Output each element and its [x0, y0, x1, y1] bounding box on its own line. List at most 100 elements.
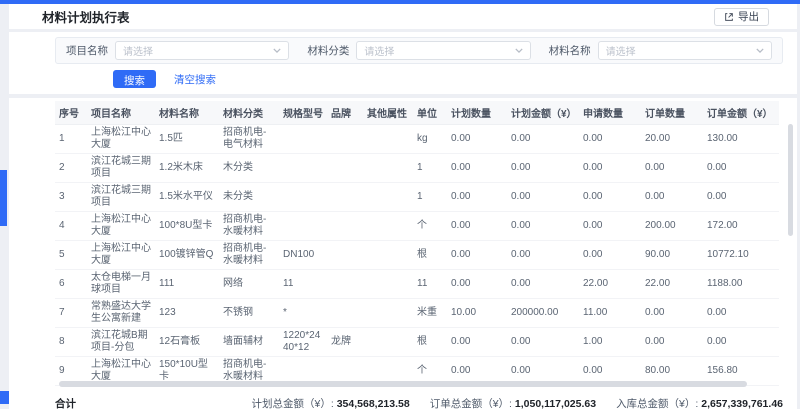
table-cell: 上海松江中心大厦 — [87, 125, 155, 154]
summary-total: 计划总金额（¥）: 354,568,213.58 — [252, 396, 410, 409]
table-cell: 1 — [55, 125, 87, 154]
table-row[interactable]: 6太仓电梯一月球项目111网络11110.000.0022.0022.00118… — [55, 270, 779, 299]
table-cell: 0.00 — [641, 183, 703, 212]
select-placeholder: 请选择 — [364, 43, 394, 58]
table-row[interactable]: 4上海松江中心大厦100*8U型卡招商机电-水暖材料个0.000.000.002… — [55, 212, 779, 241]
summary-row: 合计 计划总金额（¥）: 354,568,213.58订单总金额（¥）: 1,0… — [55, 390, 783, 409]
column-header: 计划数量 — [447, 101, 507, 125]
summary-total: 订单总金额（¥）: 1,050,117,025.63 — [430, 396, 596, 409]
table-cell: 1.00 — [579, 328, 641, 357]
table-cell — [327, 299, 363, 328]
table-cell: 12石膏板 — [155, 328, 219, 357]
table-cell: * — [279, 299, 327, 328]
table-cell: 22.00 — [641, 270, 703, 299]
filter-select[interactable]: 请选择 — [115, 41, 289, 60]
table-cell — [327, 212, 363, 241]
table-row[interactable]: 7常熟盛达大学生公寓新建123不锈钢*米重10.00200000.0011.00… — [55, 299, 779, 328]
column-header: 订单金额（¥） — [703, 101, 779, 125]
screen: 材料计划执行表 导出 项目名称请选择材料分类请选择材料名称请选择 搜索 清空搜索 — [0, 0, 800, 409]
table-cell: 招商机电-水暖材料 — [219, 241, 279, 270]
table-cell: 0.00 — [507, 183, 579, 212]
column-header: 其他属性 — [363, 101, 413, 125]
table-header-row: 序号项目名称材料名称材料分类规格型号品牌其他属性单位计划数量计划金额（¥）申请数… — [55, 101, 779, 125]
page-title: 材料计划执行表 — [42, 7, 130, 26]
table-cell: 100镀锌管Q — [155, 241, 219, 270]
table-cell: DN100 — [279, 241, 327, 270]
table-cell: 2 — [55, 154, 87, 183]
table-cell: 130.00 — [703, 125, 779, 154]
table-cell — [327, 241, 363, 270]
table-cell: 米重 — [413, 299, 447, 328]
table-cell: 8 — [55, 328, 87, 357]
table-cell: 0.00 — [507, 125, 579, 154]
summary-totals: 计划总金额（¥）: 354,568,213.58 订单总金额（¥）: 1,050,… — [252, 396, 783, 409]
table-cell — [363, 241, 413, 270]
bottom-left-accent — [0, 391, 9, 404]
search-button[interactable]: 搜索 — [113, 70, 156, 88]
table-cell: 11.00 — [579, 299, 641, 328]
table-cell: 11 — [279, 270, 327, 299]
table-cell — [279, 212, 327, 241]
table-cell: 0.00 — [447, 270, 507, 299]
table-cell: 招商机电-水暖材料 — [219, 212, 279, 241]
filter-label: 材料分类 — [307, 43, 349, 58]
table-cell: 根 — [413, 241, 447, 270]
table-cell — [363, 212, 413, 241]
table-cell: 0.00 — [579, 241, 641, 270]
export-icon — [724, 12, 734, 22]
table-cell: 0.00 — [447, 212, 507, 241]
vertical-scrollbar[interactable] — [788, 124, 793, 236]
table-cell: 5 — [55, 241, 87, 270]
filter-fields: 项目名称请选择材料分类请选择材料名称请选择 — [55, 37, 783, 64]
table-cell: 龙牌 — [327, 328, 363, 357]
chevron-down-icon — [515, 48, 523, 53]
table-cell: 22.00 — [579, 270, 641, 299]
summary-total: 入库总金额（¥）: 2,657,339,761.46 — [616, 396, 783, 409]
table-row[interactable]: 2滨江花城三期项目1.2米木床木分类10.000.000.000.000.00 — [55, 154, 779, 183]
filter-label: 项目名称 — [66, 43, 108, 58]
table-cell: 招商机电-电气材料 — [219, 125, 279, 154]
filter-actions: 搜索 清空搜索 — [113, 70, 783, 88]
table-cell: 172.00 — [703, 212, 779, 241]
table-cell: 0.00 — [447, 328, 507, 357]
filter-select[interactable]: 请选择 — [598, 41, 772, 60]
table-cell: 滨江花城三期项目 — [87, 183, 155, 212]
table-cell: 滨江花城B期项目-分包 — [87, 328, 155, 357]
table-cell: 上海松江中心大厦 — [87, 241, 155, 270]
filter-select[interactable]: 请选择 — [356, 41, 530, 60]
table-cell: 0.00 — [447, 183, 507, 212]
table-cell — [327, 125, 363, 154]
table-cell: 4 — [55, 212, 87, 241]
table-row[interactable]: 8滨江花城B期项目-分包12石膏板墙面辅材1220*2440*12龙牌根0.00… — [55, 328, 779, 357]
select-placeholder: 请选择 — [123, 43, 153, 58]
chevron-down-icon — [756, 48, 764, 53]
table-body: 1上海松江中心大厦1.5匹招商机电-电气材料kg0.000.000.0020.0… — [55, 125, 779, 386]
column-header: 序号 — [55, 101, 87, 125]
clear-search-button[interactable]: 清空搜索 — [174, 72, 216, 87]
table-cell — [363, 299, 413, 328]
table-cell: 不锈钢 — [219, 299, 279, 328]
column-header: 品牌 — [327, 101, 363, 125]
table-row[interactable]: 1上海松江中心大厦1.5匹招商机电-电气材料kg0.000.000.0020.0… — [55, 125, 779, 154]
export-button[interactable]: 导出 — [714, 8, 769, 26]
table-cell: 滨江花城三期项目 — [87, 154, 155, 183]
table-cell: 0.00 — [641, 154, 703, 183]
filter-label: 材料名称 — [549, 43, 591, 58]
table-cell — [327, 183, 363, 212]
table-cell — [327, 270, 363, 299]
table-section: 序号项目名称材料名称材料分类规格型号品牌其他属性单位计划数量计划金额（¥）申请数… — [9, 98, 797, 409]
table-cell: 1.5匹 — [155, 125, 219, 154]
table-cell: 1220*2440*12 — [279, 328, 327, 357]
table-cell — [363, 183, 413, 212]
table-cell: 1 — [413, 183, 447, 212]
table-row[interactable]: 5上海松江中心大厦100镀锌管Q招商机电-水暖材料DN100根0.000.000… — [55, 241, 779, 270]
table-cell — [363, 154, 413, 183]
horizontal-scrollbar[interactable] — [59, 381, 747, 387]
table-cell: 根 — [413, 328, 447, 357]
table-cell: 6 — [55, 270, 87, 299]
export-label: 导出 — [738, 9, 759, 24]
column-header: 材料名称 — [155, 101, 219, 125]
table-cell: 111 — [155, 270, 219, 299]
table-cell — [279, 183, 327, 212]
table-row[interactable]: 3滨江花城三期项目1.5米水平仪未分类10.000.000.000.000.00 — [55, 183, 779, 212]
